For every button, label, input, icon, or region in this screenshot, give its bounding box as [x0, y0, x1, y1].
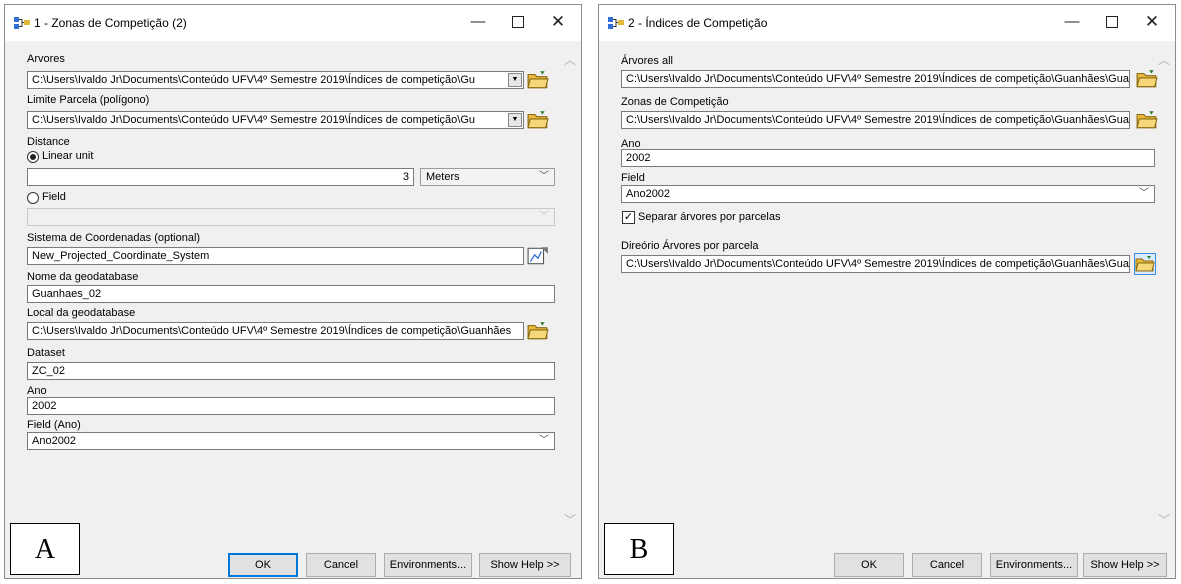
- dialog-zonas-de-competicao: 1 - Zonas de Competição (2) — ✕ Arvores …: [4, 4, 582, 579]
- chevron-down-icon: ﹀: [1139, 188, 1149, 199]
- linear-unit-label: Linear unit: [42, 150, 94, 162]
- chevron-down-icon[interactable]: ▼: [508, 113, 522, 127]
- linear-unit-select[interactable]: Meters ﹀: [420, 168, 555, 186]
- open-folder-icon[interactable]: [1134, 253, 1156, 275]
- scrollbar[interactable]: ︿ ﹀: [563, 51, 577, 528]
- field-radio[interactable]: [27, 192, 39, 204]
- maximize-icon: [512, 16, 524, 29]
- direorio-label: Direório Árvores por parcela: [621, 240, 759, 252]
- minimize-button[interactable]: —: [461, 11, 495, 33]
- local-geodatabase-label: Local da geodatabase: [27, 307, 136, 319]
- sistema-coordenadas-input[interactable]: New_Projected_Coordinate_System: [27, 247, 524, 265]
- scrollbar[interactable]: ︿ ﹀: [1157, 51, 1171, 528]
- ok-button[interactable]: OK: [834, 553, 904, 577]
- title-bar[interactable]: 1 - Zonas de Competição (2) — ✕: [5, 5, 581, 41]
- field-ano-value: Ano2002: [32, 435, 77, 447]
- field-ano-label: Field (Ano): [27, 419, 81, 431]
- nome-geodatabase-label: Nome da geodatabase: [27, 271, 139, 283]
- separar-checkbox[interactable]: ✓: [622, 211, 635, 224]
- cancel-button[interactable]: Cancel: [306, 553, 376, 577]
- dataset-label: Dataset: [27, 347, 65, 359]
- arvores-all-label: Árvores all: [621, 55, 673, 67]
- window-title: 2 - Índices de Competição: [628, 16, 768, 30]
- show-help-button[interactable]: Show Help >>: [479, 553, 571, 577]
- direorio-input[interactable]: C:\Users\Ivaldo Jr\Documents\Conteúdo UF…: [621, 255, 1130, 273]
- maximize-button[interactable]: [1095, 11, 1129, 33]
- open-folder-icon[interactable]: [1136, 68, 1158, 90]
- chevron-down-icon: ﹀: [539, 435, 549, 446]
- separar-label: Separar árvores por parcelas: [638, 211, 781, 223]
- arvores-value: C:\Users\Ivaldo Jr\Documents\Conteúdo UF…: [32, 74, 476, 86]
- local-geodatabase-input[interactable]: C:\Users\Ivaldo Jr\Documents\Conteúdo UF…: [27, 322, 524, 340]
- arvores-label: Arvores: [27, 53, 65, 65]
- scroll-up-icon[interactable]: ︿: [563, 51, 577, 68]
- linear-unit-value: Meters: [426, 171, 460, 183]
- field-value: Ano2002: [626, 188, 671, 200]
- window-title: 1 - Zonas de Competição (2): [34, 16, 187, 30]
- open-folder-icon[interactable]: [527, 109, 549, 131]
- scroll-up-icon[interactable]: ︿: [1157, 51, 1171, 68]
- sistema-coordenadas-label: Sistema de Coordenadas (optional): [27, 232, 201, 244]
- chevron-down-icon: ﹀: [539, 211, 549, 222]
- linear-distance-input[interactable]: 3: [27, 168, 414, 186]
- close-button[interactable]: ✕: [1135, 11, 1169, 33]
- limite-parcela-combo[interactable]: C:\Users\Ivaldo Jr\Documents\Conteúdo UF…: [27, 111, 524, 129]
- distance-label: Distance: [27, 136, 70, 148]
- field-select[interactable]: ﹀: [27, 208, 555, 226]
- ano-input[interactable]: 2002: [27, 397, 555, 415]
- nome-geodatabase-input[interactable]: Guanhaes_02: [27, 285, 555, 303]
- dialog-indices-de-competicao: 2 - Índices de Competição — ✕ Árvores al…: [598, 4, 1176, 579]
- title-bar[interactable]: 2 - Índices de Competição — ✕: [599, 5, 1175, 41]
- environments-button[interactable]: Environments...: [384, 553, 472, 577]
- open-folder-icon[interactable]: [1136, 109, 1158, 131]
- field-select[interactable]: Ano2002 ﹀: [621, 185, 1155, 203]
- arvores-all-input[interactable]: C:\Users\Ivaldo Jr\Documents\Conteúdo UF…: [621, 70, 1130, 88]
- model-tool-icon: [14, 16, 30, 30]
- model-tool-icon: [608, 16, 624, 30]
- show-help-button[interactable]: Show Help >>: [1083, 553, 1167, 577]
- ano-input[interactable]: 2002: [621, 149, 1155, 167]
- maximize-button[interactable]: [501, 11, 535, 33]
- zonas-competicao-input[interactable]: C:\Users\Ivaldo Jr\Documents\Conteúdo UF…: [621, 111, 1130, 129]
- ano-label: Ano: [27, 385, 47, 397]
- ok-button[interactable]: OK: [228, 553, 298, 577]
- limite-parcela-value: C:\Users\Ivaldo Jr\Documents\Conteúdo UF…: [32, 114, 476, 126]
- field-label: Field: [621, 172, 645, 184]
- dataset-input[interactable]: ZC_02: [27, 362, 555, 380]
- coordinate-system-icon[interactable]: [527, 245, 549, 267]
- field-radio-label: Field: [42, 191, 66, 203]
- open-folder-icon[interactable]: [527, 320, 549, 342]
- chevron-down-icon: ﹀: [539, 171, 549, 182]
- arvores-combo[interactable]: C:\Users\Ivaldo Jr\Documents\Conteúdo UF…: [27, 71, 524, 89]
- limite-parcela-label: Limite Parcela (polígono): [27, 94, 150, 106]
- panel-label-b: B: [604, 523, 674, 575]
- open-folder-icon[interactable]: [527, 69, 549, 91]
- scroll-down-icon[interactable]: ﹀: [1157, 511, 1171, 528]
- panel-label-a: A: [10, 523, 80, 575]
- environments-button[interactable]: Environments...: [990, 553, 1078, 577]
- close-button[interactable]: ✕: [541, 11, 575, 33]
- minimize-button[interactable]: —: [1055, 11, 1089, 33]
- zonas-competicao-label: Zonas de Competição: [621, 96, 729, 108]
- chevron-down-icon[interactable]: ▼: [508, 73, 522, 87]
- scroll-down-icon[interactable]: ﹀: [563, 511, 577, 528]
- cancel-button[interactable]: Cancel: [912, 553, 982, 577]
- field-ano-select[interactable]: Ano2002 ﹀: [27, 432, 555, 450]
- maximize-icon: [1106, 16, 1118, 29]
- linear-unit-radio[interactable]: [27, 151, 39, 163]
